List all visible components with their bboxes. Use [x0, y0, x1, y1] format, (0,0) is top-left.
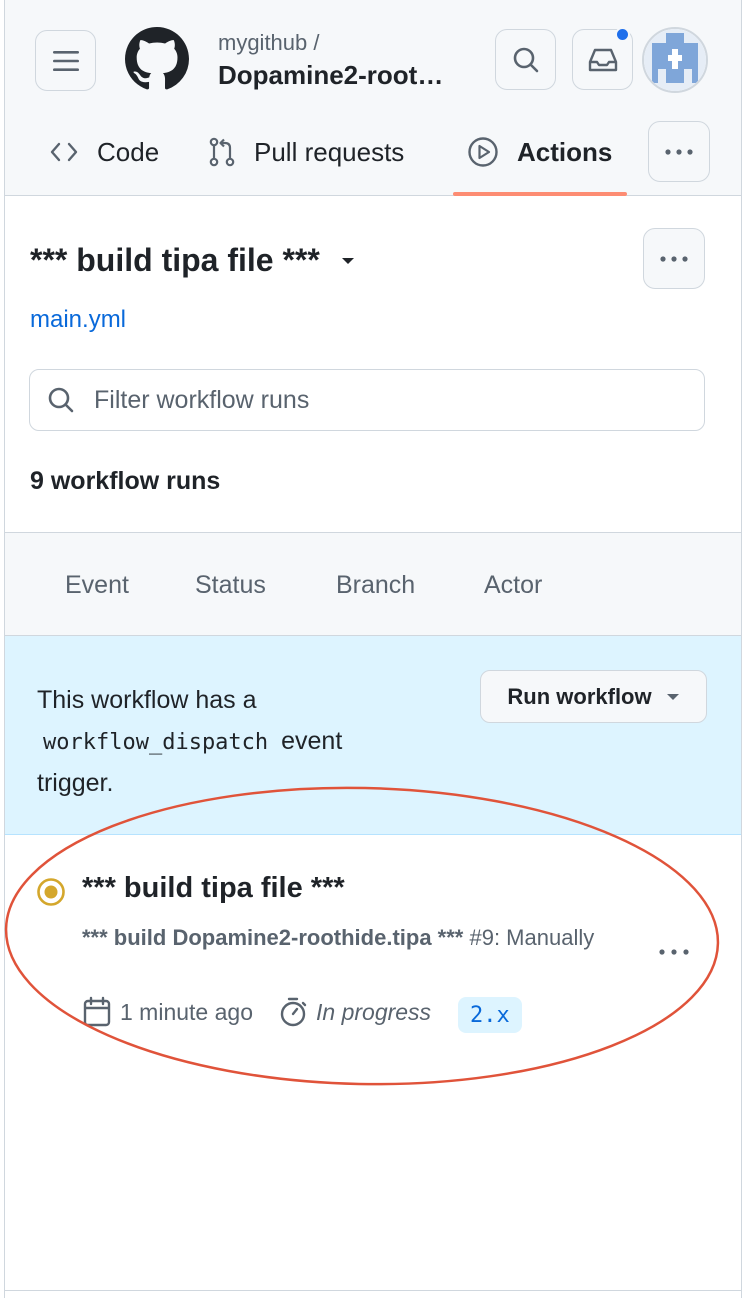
workflow-more-button[interactable]: [643, 228, 705, 289]
filter-runs-input[interactable]: Filter workflow runs: [29, 369, 705, 431]
banner-text-2: event: [281, 727, 343, 755]
stopwatch-icon: [280, 997, 307, 1027]
run-title-link[interactable]: *** build tipa file ***: [82, 872, 345, 905]
play-icon: [468, 137, 498, 167]
filter-actor[interactable]: Actor: [484, 571, 542, 600]
run-workflow-label: Run workflow: [507, 683, 652, 709]
run-duration-text: In progress: [316, 998, 432, 1025]
run-time: 1 minute ago: [82, 996, 253, 1028]
repo-owner-link[interactable]: mygithub /: [218, 30, 320, 56]
menu-button[interactable]: [35, 30, 96, 91]
search-icon: [513, 47, 538, 72]
repo-name-link[interactable]: Dopamine2-root…: [218, 60, 443, 91]
workflow-dispatch-banner: This workflow has a workflow_dispatch ev…: [5, 636, 741, 835]
filter-event[interactable]: Event: [65, 571, 129, 600]
triangle-down-icon: [666, 693, 679, 700]
filter-bar: Event Status Branch Actor: [5, 532, 741, 636]
workflow-title-dropdown[interactable]: *** build tipa file ***: [30, 242, 356, 279]
kebab-horizontal-icon: [665, 148, 693, 155]
banner-code: workflow_dispatch: [43, 730, 269, 755]
banner-text-3: trigger.: [37, 769, 114, 797]
user-avatar[interactable]: [642, 27, 708, 93]
tab-actions[interactable]: Actions: [467, 130, 612, 174]
kebab-horizontal-icon: [659, 949, 689, 955]
frame-border-right: [741, 0, 742, 1298]
tab-pull-requests-label: Pull requests: [254, 136, 405, 167]
in-progress-status-icon: [37, 878, 65, 906]
search-icon: [48, 387, 74, 413]
run-number-trigger: #9: Manually: [463, 925, 595, 950]
calendar-icon: [83, 996, 111, 1027]
code-icon: [50, 142, 78, 162]
triangle-down-icon: [341, 257, 354, 264]
bottom-divider: [5, 1290, 741, 1291]
tab-actions-label: Actions: [517, 136, 613, 167]
kebab-horizontal-icon: [660, 255, 688, 262]
more-tabs-button[interactable]: [648, 121, 710, 182]
selected-tab-indicator: [453, 192, 627, 196]
repo-header: mygithub / Dopamine2-root… Code Pull req…: [5, 0, 741, 196]
banner-message: This workflow has a workflow_dispatch ev…: [37, 680, 457, 804]
workflow-title: *** build tipa file ***: [30, 242, 320, 278]
workflow-runs-count: 9 workflow runs: [30, 467, 221, 495]
git-pull-request-icon: [209, 137, 235, 167]
run-duration: In progress: [278, 996, 431, 1028]
tab-pull-requests[interactable]: Pull requests: [208, 130, 404, 174]
notification-indicator: [615, 27, 630, 42]
filter-placeholder: Filter workflow runs: [94, 385, 310, 414]
banner-text-1: This workflow has a: [37, 686, 257, 714]
run-workflow-button[interactable]: Run workflow: [480, 670, 707, 723]
branch-badge[interactable]: 2.x: [458, 997, 522, 1033]
tab-code[interactable]: Code: [49, 130, 159, 174]
run-subtitle: *** build Dopamine2-roothide.tipa *** #9…: [82, 925, 594, 951]
filter-status[interactable]: Status: [195, 571, 266, 600]
run-more-button[interactable]: [657, 932, 691, 964]
tab-code-label: Code: [97, 136, 160, 167]
github-logo[interactable]: [125, 27, 189, 91]
run-time-text: 1 minute ago: [120, 998, 253, 1025]
run-commit-message: *** build Dopamine2-roothide.tipa ***: [82, 925, 464, 950]
filter-branch[interactable]: Branch: [336, 571, 415, 600]
hamburger-icon: [52, 50, 79, 71]
search-button[interactable]: [495, 29, 556, 90]
workflow-file-link[interactable]: main.yml: [30, 306, 126, 334]
inbox-icon: [588, 48, 617, 71]
